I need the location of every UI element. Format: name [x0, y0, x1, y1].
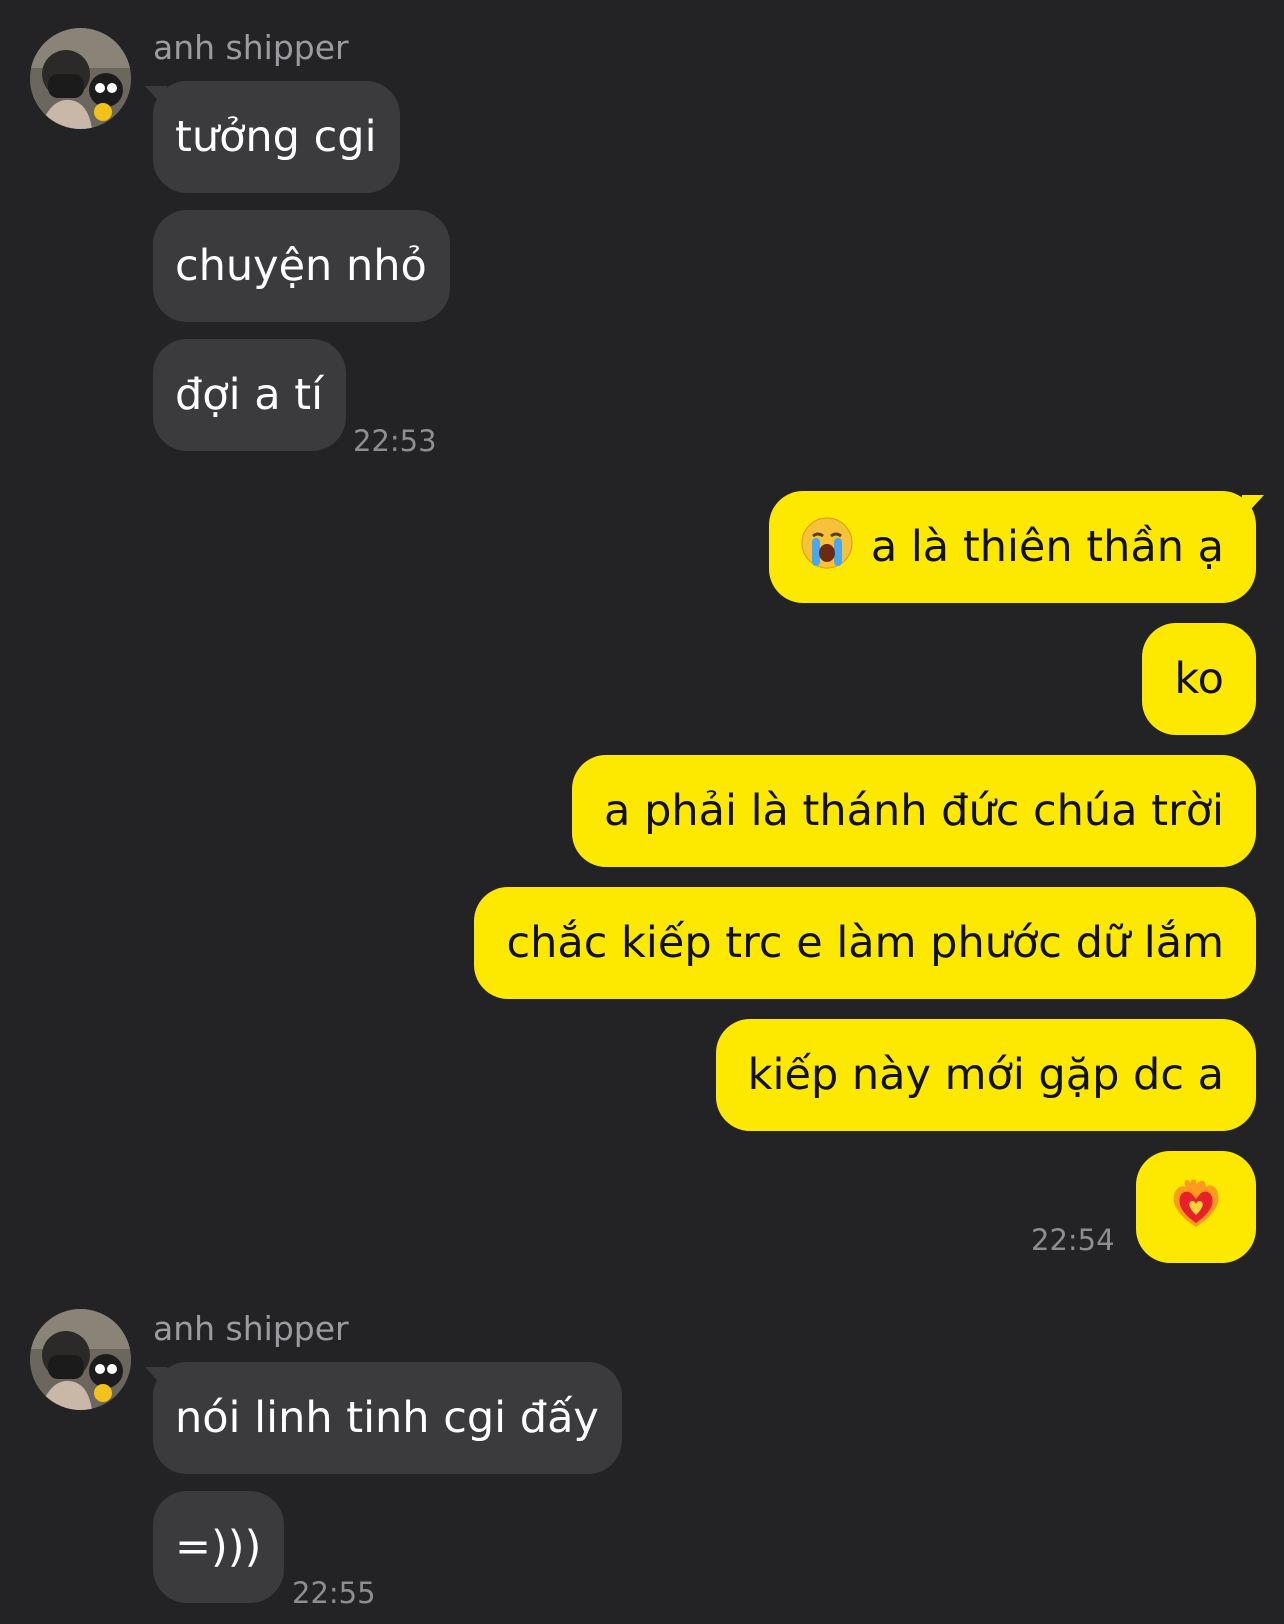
avatar-photo [30, 1309, 131, 1410]
incoming-message-bubble[interactable]: =))) [153, 1491, 285, 1603]
incoming-message-bubble[interactable]: đợi a tí [153, 339, 347, 451]
outgoing-message-bubble[interactable]: ko [1142, 623, 1256, 735]
outgoing-message-bubble[interactable]: a là thiên thần ạ [768, 491, 1256, 603]
message-text: a là thiên thần ạ [870, 521, 1224, 572]
avatar-photo [30, 28, 131, 129]
sender-name: anh shipper [153, 28, 349, 67]
incoming-message-bubble[interactable]: tưởng cgi [153, 81, 400, 193]
outgoing-message-bubble[interactable] [1136, 1151, 1256, 1263]
sender-name: anh shipper [153, 1309, 349, 1348]
incoming-message-bubble[interactable]: nói linh tinh cgi đấy [153, 1362, 622, 1474]
crying-face-icon [801, 517, 853, 577]
incoming-message-bubble[interactable]: chuyện nhỏ [153, 210, 450, 322]
outgoing-message-bubble[interactable]: a phải là thánh đức chúa trời [572, 755, 1256, 867]
outgoing-message-bubble[interactable]: chắc kiếp trc e làm phước dữ lắm [474, 887, 1256, 999]
avatar[interactable] [30, 1309, 131, 1410]
message-timestamp: 22:54 [1031, 1223, 1115, 1257]
message-timestamp: 22:55 [292, 1576, 376, 1610]
message-timestamp: 22:53 [353, 424, 437, 458]
avatar[interactable] [30, 28, 131, 129]
outgoing-message-bubble[interactable]: kiếp này mới gặp dc a [715, 1019, 1256, 1131]
heart-on-fire-icon [1168, 1175, 1224, 1239]
